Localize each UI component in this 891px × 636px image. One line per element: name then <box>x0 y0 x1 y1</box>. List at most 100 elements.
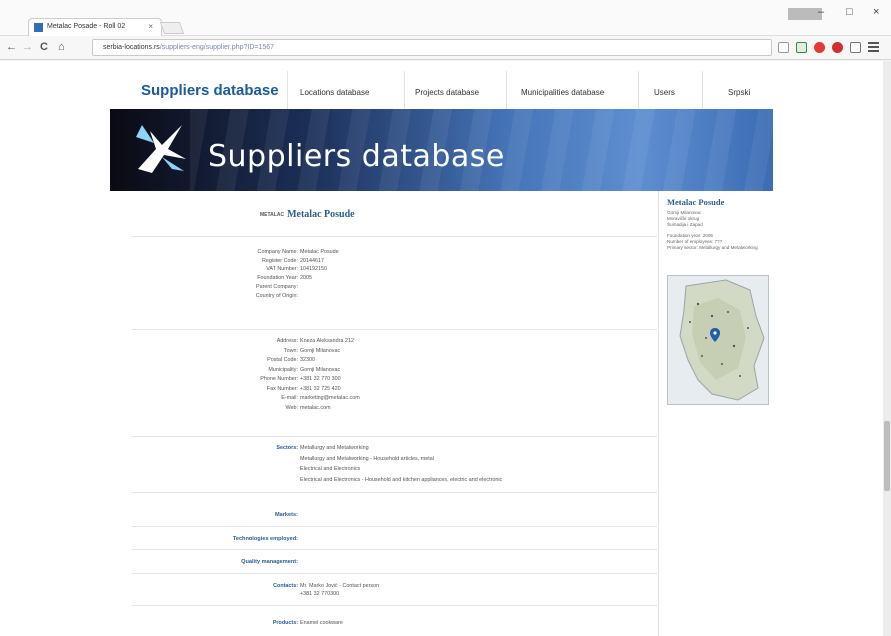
new-tab-button[interactable] <box>159 22 185 34</box>
scrollbar-thumb[interactable] <box>884 421 890 491</box>
stop-icon[interactable] <box>832 42 843 53</box>
home-button[interactable]: ⌂ <box>58 41 65 53</box>
sidebar-line: Primary sector: Metallurgy and Metalwork… <box>667 245 758 250</box>
url-domain: serbia-locations.rs <box>103 44 160 51</box>
detail-value: 20144617 <box>300 257 324 264</box>
detail-row: E-mail: marketing@metalac.com <box>132 394 657 403</box>
divider <box>132 236 657 237</box>
company-name: Metalac Posude <box>287 209 355 220</box>
detail-value: Gornji Milanovac <box>300 366 341 373</box>
sidebar-title[interactable]: Metalac Posude <box>667 197 724 207</box>
products-label: Products: <box>272 620 298 626</box>
maximize-button[interactable]: □ <box>846 6 853 18</box>
detail-label: Postal Code: <box>267 357 298 363</box>
address-bar[interactable]: serbia-locations.rs/suppliers-eng/suppli… <box>92 39 772 56</box>
banner-title: Suppliers database <box>208 139 505 174</box>
detail-row: Municipality: Gornji Milanovac <box>132 366 657 375</box>
detail-value[interactable]: metalac.com <box>300 404 331 413</box>
sidebar-line: Foundation year: 2005 <box>667 233 713 238</box>
adblock-icon[interactable] <box>814 42 825 53</box>
sidebar-line: Moravički okrug <box>667 216 700 221</box>
cast-icon[interactable] <box>850 42 861 53</box>
sector-value: Metallurgy and Metalworking <box>300 445 369 451</box>
detail-label: E-mail: <box>281 395 298 401</box>
close-window-button[interactable]: × <box>873 6 879 18</box>
browser-toolbar: ← → C ⌂ serbia-locations.rs/suppliers-en… <box>0 36 891 60</box>
nav-municipalities-database[interactable]: Municipalities database <box>521 88 604 97</box>
page-scrollbar[interactable] <box>883 61 891 636</box>
detail-row: Web: metalac.com <box>132 404 657 413</box>
url-path: /suppliers-eng/supplier.php?ID=1567 <box>159 44 275 51</box>
detail-label: VAT Number: <box>266 266 298 273</box>
detail-row: Postal Code: 32300 <box>132 356 657 365</box>
tab-close-icon[interactable]: × <box>148 22 153 31</box>
divider <box>132 492 657 493</box>
location-map[interactable] <box>667 275 769 405</box>
reload-button[interactable]: C <box>40 41 48 53</box>
browser-tab[interactable]: Metalac Posade - Roll 02 × <box>28 18 162 36</box>
detail-value: 32300 <box>300 357 315 363</box>
company-logo-text: METALAC <box>260 211 285 218</box>
menu-icon[interactable] <box>868 42 879 53</box>
header-banner: Suppliers database <box>110 109 773 191</box>
contacts-phone: +381 32 770300 <box>300 591 340 597</box>
products-value: Enamel cookware <box>300 620 343 626</box>
detail-row: Phone Number: +381 32 770 300 <box>132 375 657 384</box>
detail-label: Company Name: <box>257 249 298 255</box>
sector-value: Metallurgy and Metalworking - Household … <box>300 455 434 462</box>
profile-chip[interactable] <box>788 8 822 20</box>
nav-users[interactable]: Users <box>654 88 675 97</box>
favicon-icon <box>34 23 43 32</box>
detail-value: +381 32 770 300 <box>300 376 341 382</box>
serbia-map-icon <box>668 276 768 404</box>
company-heading: METALAC Metalac Posude <box>260 209 355 220</box>
sector-value: Electrical and Electronics <box>300 466 361 472</box>
extension-icon[interactable] <box>796 42 807 53</box>
browser-titlebar: Metalac Posade - Roll 02 × – □ × <box>0 0 891 36</box>
quality-label: Quality management: <box>241 559 298 565</box>
detail-label: Web: <box>285 404 298 411</box>
detail-value: Metalac Posude <box>300 249 339 255</box>
nav-locations-database[interactable]: Locations database <box>300 88 369 97</box>
back-button[interactable]: ← <box>6 41 17 53</box>
tab-title: Metalac Posade - Roll 02 <box>47 23 126 30</box>
detail-label: Country of Origin: <box>255 292 298 299</box>
contacts-row: +381 32 770300 <box>132 590 657 599</box>
sector-value: Electrical and Electronics - Household a… <box>300 476 503 483</box>
sector-item: Electrical and Electronics - Household a… <box>132 476 657 485</box>
detail-label: Address: <box>276 338 298 344</box>
minimize-button[interactable]: – <box>818 6 824 18</box>
detail-value: 104192150 <box>300 266 327 273</box>
detail-value: Gornji Milanovac <box>300 347 341 354</box>
nav-projects-database[interactable]: Projects database <box>415 88 479 97</box>
divider <box>132 549 657 550</box>
sidebar-line: Šumadija i Zapad <box>667 222 703 227</box>
sidebar-line: Number of employees: 7?? <box>667 239 723 244</box>
nav-srpski[interactable]: Srpski <box>728 88 750 97</box>
divider <box>132 605 657 606</box>
main-column: METALAC Metalac Posude Company Name: Metal… <box>132 191 657 636</box>
detail-value: 2005 <box>300 275 312 282</box>
detail-label: Parent Company: <box>256 283 298 290</box>
detail-row: Country of Origin: <box>132 292 657 301</box>
technologies-label: Technologies employed: <box>232 536 298 542</box>
logo-icon <box>136 125 186 173</box>
divider <box>132 573 657 574</box>
sector-item: Electrical and Electronics <box>132 465 657 474</box>
detail-row: Fax Number: +381 32 725 420 <box>132 385 657 394</box>
site-container: Suppliers database Locations database Pr… <box>110 61 773 636</box>
detail-row: Register Code: 20144617 <box>132 257 657 266</box>
bookmark-star-icon[interactable] <box>778 42 789 53</box>
forward-button[interactable]: → <box>22 41 33 53</box>
detail-row: Address: Kneza Aleksandra 212 <box>132 337 657 346</box>
page-viewport: Suppliers database Locations database Pr… <box>0 61 891 636</box>
detail-row: Foundation Year: 2005 <box>132 274 657 283</box>
detail-label: Town: <box>283 347 298 354</box>
sidebar-line: Gornji Milanovac <box>667 210 702 215</box>
divider <box>132 526 657 527</box>
detail-value[interactable]: marketing@metalac.com <box>300 394 360 403</box>
markets-label: Markets: <box>274 512 298 518</box>
content-area: METALAC Metalac Posude Company Name: Metal… <box>110 191 773 636</box>
detail-label: Fax Number: <box>266 385 298 392</box>
products-row: Products: Enamel cookware <box>132 619 657 628</box>
